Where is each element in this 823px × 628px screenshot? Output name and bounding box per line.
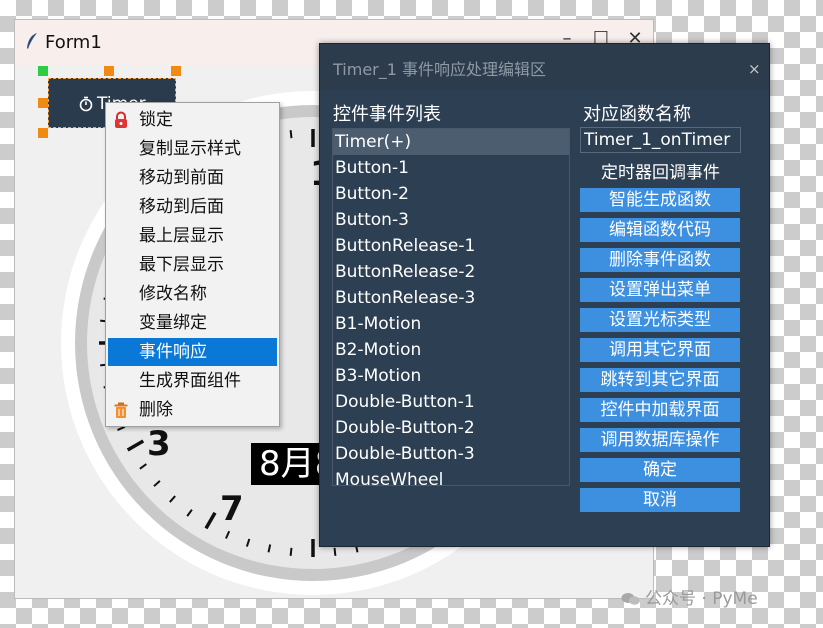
form-title: Form1 bbox=[45, 32, 102, 53]
feather-icon bbox=[27, 33, 37, 49]
wechat-icon bbox=[621, 593, 640, 605]
menu-item-copy-style[interactable]: 复制显示样式 bbox=[108, 135, 277, 163]
clock-numeral-9: 3 bbox=[147, 424, 171, 464]
menu-item-generate-component[interactable]: 生成界面组件 bbox=[108, 367, 277, 395]
menu-item-label: 移动到前面 bbox=[139, 168, 224, 188]
event-item[interactable]: Double-Button-3 bbox=[333, 441, 569, 467]
event-item[interactable]: ButtonRelease-2 bbox=[333, 259, 569, 285]
clock-minute-tick bbox=[289, 130, 293, 139]
resize-handle-top[interactable] bbox=[104, 66, 114, 76]
watermark: 公众号 · PyMe bbox=[621, 584, 758, 609]
clock-minute-tick bbox=[333, 547, 337, 556]
function-name-input[interactable] bbox=[580, 127, 741, 153]
event-item[interactable]: B2-Motion bbox=[333, 337, 569, 363]
event-item[interactable]: Button-3 bbox=[333, 207, 569, 233]
clock-numeral-7: 7 bbox=[220, 489, 244, 529]
clock-minute-tick bbox=[289, 547, 293, 556]
menu-item-label: 修改名称 bbox=[139, 284, 207, 304]
watermark-text: 公众号 · PyMe bbox=[645, 589, 758, 609]
resize-handle-top-left[interactable] bbox=[38, 66, 48, 76]
menu-item-delete[interactable]: 删除 bbox=[108, 396, 277, 424]
menu-item-label: 复制显示样式 bbox=[139, 139, 241, 159]
function-name-label: 对应函数名称 bbox=[583, 104, 691, 125]
event-listbox[interactable]: Timer(+) Button-1 Button-2 Button-3 Butt… bbox=[332, 128, 570, 486]
jump-to-other-form-button[interactable]: 跳转到其它界面 bbox=[580, 368, 740, 392]
menu-item-label: 锁定 bbox=[139, 110, 173, 130]
edit-function-code-button[interactable]: 编辑函数代码 bbox=[580, 218, 740, 242]
event-item[interactable]: ButtonRelease-3 bbox=[333, 285, 569, 311]
menu-item-bring-to-top[interactable]: 最上层显示 bbox=[108, 222, 277, 250]
resize-handle-left[interactable] bbox=[38, 98, 48, 108]
event-item-selected[interactable]: Timer(+) bbox=[333, 129, 569, 155]
event-item[interactable]: B1-Motion bbox=[333, 311, 569, 337]
menu-item-label: 删除 bbox=[139, 400, 173, 420]
load-form-in-control-button[interactable]: 控件中加载界面 bbox=[580, 398, 740, 422]
call-other-form-button[interactable]: 调用其它界面 bbox=[580, 338, 740, 362]
event-item[interactable]: ButtonRelease-1 bbox=[333, 233, 569, 259]
menu-item-label: 变量绑定 bbox=[139, 313, 207, 333]
resize-handle-top-right[interactable] bbox=[171, 66, 181, 76]
menu-item-rename[interactable]: 修改名称 bbox=[108, 280, 277, 308]
menu-item-label: 移动到后面 bbox=[139, 197, 224, 217]
database-operation-button[interactable]: 调用数据库操作 bbox=[580, 428, 740, 452]
event-item[interactable]: Double-Button-2 bbox=[333, 415, 569, 441]
event-item[interactable]: B3-Motion bbox=[333, 363, 569, 389]
menu-item-send-to-bottom[interactable]: 最下层显示 bbox=[108, 251, 277, 279]
menu-item-label: 事件响应 bbox=[139, 342, 207, 362]
delete-event-function-button[interactable]: 删除事件函数 bbox=[580, 248, 740, 272]
cancel-button[interactable]: 取消 bbox=[580, 488, 740, 512]
event-item[interactable]: MouseWheel bbox=[333, 467, 569, 485]
menu-item-variable-binding[interactable]: 变量绑定 bbox=[108, 309, 277, 337]
event-list-label: 控件事件列表 bbox=[333, 104, 441, 125]
event-item[interactable]: Button-1 bbox=[333, 155, 569, 181]
menu-item-lock[interactable]: 锁定 bbox=[108, 106, 277, 134]
menu-item-move-backward[interactable]: 移动到后面 bbox=[108, 193, 277, 221]
menu-item-event-response[interactable]: 事件响应 bbox=[108, 338, 277, 366]
dialog-close-button[interactable]: × bbox=[748, 60, 761, 78]
event-editor-dialog: Timer_1 事件响应处理编辑区 × 控件事件列表 对应函数名称 Timer(… bbox=[319, 43, 770, 547]
dialog-title: Timer_1 事件响应处理编辑区 bbox=[333, 60, 547, 79]
menu-item-label: 最下层显示 bbox=[139, 255, 224, 275]
ok-button[interactable]: 确定 bbox=[580, 458, 740, 482]
context-menu: 锁定 复制显示样式 移动到前面 移动到后面 最上层显示 最下层显示 修改名称 变… bbox=[105, 102, 280, 427]
stopwatch-icon bbox=[79, 96, 93, 112]
menu-item-move-forward[interactable]: 移动到前面 bbox=[108, 164, 277, 192]
resize-handle-bottom-left[interactable] bbox=[38, 128, 48, 138]
dialog-titlebar[interactable]: Timer_1 事件响应处理编辑区 × bbox=[320, 44, 769, 90]
function-description: 定时器回调事件 bbox=[601, 163, 720, 183]
lock-icon bbox=[115, 111, 127, 128]
set-cursor-type-button[interactable]: 设置光标类型 bbox=[580, 308, 740, 332]
set-popup-menu-button[interactable]: 设置弹出菜单 bbox=[580, 278, 740, 302]
event-item[interactable]: Button-2 bbox=[333, 181, 569, 207]
menu-item-label: 最上层显示 bbox=[139, 226, 224, 246]
trash-icon bbox=[114, 402, 128, 418]
menu-item-label: 生成界面组件 bbox=[139, 371, 241, 391]
event-item[interactable]: Double-Button-1 bbox=[333, 389, 569, 415]
auto-generate-function-button[interactable]: 智能生成函数 bbox=[580, 188, 740, 212]
